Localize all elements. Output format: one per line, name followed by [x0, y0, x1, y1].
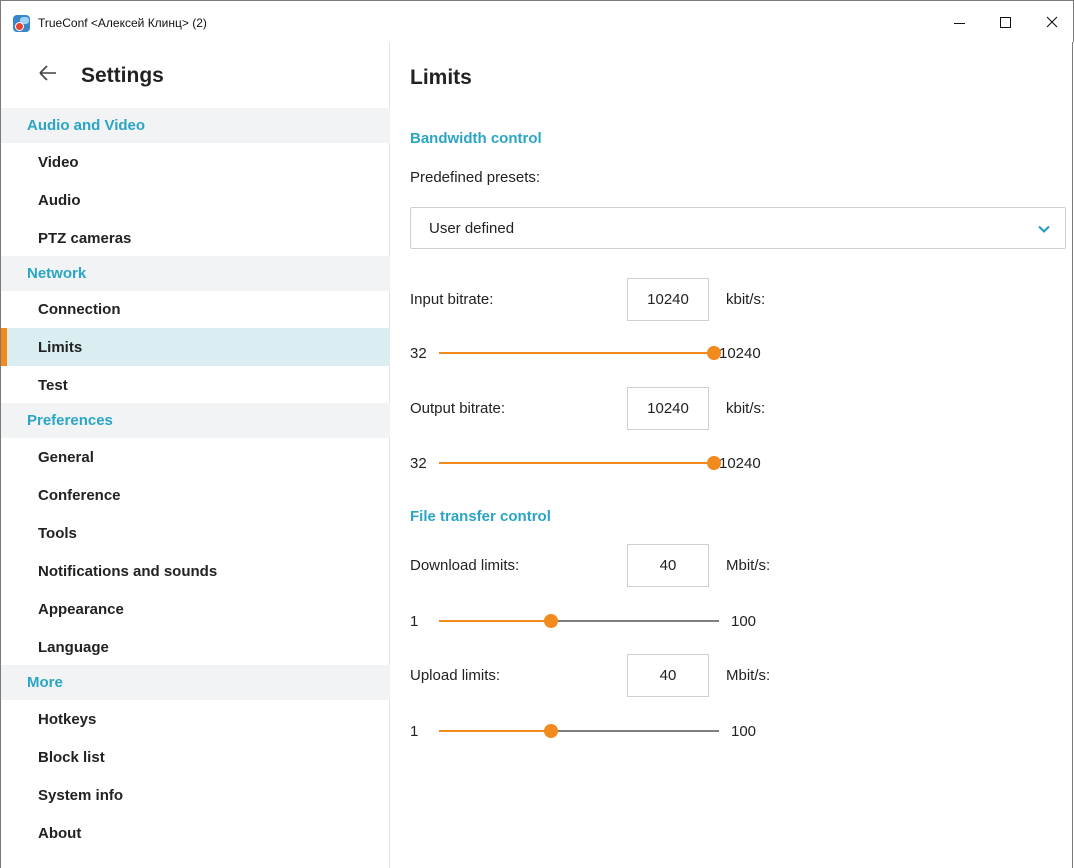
- download-limits-label: Download limits:: [410, 557, 520, 574]
- sidebar-item-tools[interactable]: Tools: [1, 514, 390, 552]
- upload-limits-unit: Mbit/s:: [726, 667, 771, 684]
- sidebar-item-hotkeys[interactable]: Hotkeys: [1, 700, 390, 738]
- chevron-down-icon: [1038, 225, 1050, 233]
- sidebar-item-connection[interactable]: Connection: [1, 290, 390, 328]
- settings-title: Settings: [81, 64, 164, 87]
- bandwidth-heading: Bandwidth control: [410, 130, 542, 147]
- output-bitrate-min: 32: [410, 455, 427, 472]
- output-bitrate-field[interactable]: [627, 387, 709, 430]
- output-bitrate-unit: kbit/s:: [726, 400, 766, 417]
- sidebar-item-limits[interactable]: Limits: [1, 328, 390, 366]
- title-bar: TrueConf <Алексей Клинц> (2): [0, 0, 1074, 42]
- sidebar-item-video[interactable]: Video: [1, 143, 390, 181]
- slider-fill: [439, 352, 714, 354]
- sidebar-item-about[interactable]: About: [1, 814, 390, 852]
- maximize-icon: [999, 16, 1011, 28]
- sidebar-header: Settings: [1, 42, 390, 108]
- input-bitrate-min: 32: [410, 345, 427, 362]
- download-limits-unit: Mbit/s:: [726, 557, 771, 574]
- section-audio-video: Audio and Video: [1, 108, 390, 143]
- input-bitrate-unit: kbit/s:: [726, 291, 766, 308]
- sidebar-item-block-list[interactable]: Block list: [1, 738, 390, 776]
- input-bitrate-max: 10240: [719, 345, 761, 362]
- limits-panel: Limits Bandwidth control Predefined pres…: [391, 42, 1073, 868]
- presets-label: Predefined presets:: [410, 169, 541, 186]
- close-icon: [1046, 16, 1058, 28]
- output-bitrate-slider[interactable]: [439, 456, 721, 470]
- maximize-button[interactable]: [982, 1, 1028, 43]
- trueconf-app-icon: [13, 15, 30, 32]
- output-bitrate-label: Output bitrate:: [410, 400, 506, 417]
- file-transfer-heading: File transfer control: [410, 508, 551, 525]
- slider-thumb[interactable]: [544, 724, 558, 738]
- sidebar-item-appearance[interactable]: Appearance: [1, 590, 390, 628]
- download-limits-min: 1: [410, 613, 419, 630]
- page-title: Limits: [410, 66, 472, 89]
- upload-limits-field[interactable]: [627, 654, 709, 697]
- section-more: More: [1, 665, 390, 700]
- sidebar-item-conference[interactable]: Conference: [1, 476, 390, 514]
- upload-limits-slider[interactable]: [439, 724, 719, 738]
- input-bitrate-slider[interactable]: [439, 346, 721, 360]
- output-bitrate-max: 10240: [719, 455, 761, 472]
- slider-fill: [439, 462, 714, 464]
- section-preferences: Preferences: [1, 403, 390, 438]
- preset-dropdown[interactable]: User defined: [410, 207, 1066, 249]
- sidebar-item-language[interactable]: Language: [1, 628, 390, 666]
- upload-limits-label: Upload limits:: [410, 667, 501, 684]
- sidebar-item-general[interactable]: General: [1, 438, 390, 476]
- input-bitrate-field[interactable]: [627, 278, 709, 321]
- slider-thumb[interactable]: [544, 614, 558, 628]
- back-arrow-icon[interactable]: [37, 62, 59, 84]
- download-limits-slider[interactable]: [439, 614, 719, 628]
- window-title: TrueConf <Алексей Клинц> (2): [38, 16, 207, 30]
- input-bitrate-label: Input bitrate:: [410, 291, 494, 308]
- upload-limits-max: 100: [731, 723, 757, 740]
- sidebar-item-ptz-cameras[interactable]: PTZ cameras: [1, 219, 390, 257]
- upload-limits-min: 1: [410, 723, 419, 740]
- sidebar-item-system-info[interactable]: System info: [1, 776, 390, 814]
- slider-fill: [439, 620, 551, 622]
- slider-fill: [439, 730, 551, 732]
- section-network: Network: [1, 256, 390, 291]
- close-button[interactable]: [1029, 1, 1074, 43]
- download-limits-field[interactable]: [627, 544, 709, 587]
- download-limits-max: 100: [731, 613, 757, 630]
- minimize-button[interactable]: [936, 1, 982, 43]
- sidebar-item-test[interactable]: Test: [1, 366, 390, 404]
- preset-selected-value: User defined: [429, 220, 515, 237]
- sidebar-item-notifications[interactable]: Notifications and sounds: [1, 552, 390, 590]
- sidebar-item-audio[interactable]: Audio: [1, 181, 390, 219]
- settings-sidebar: Settings Audio and Video Video Audio PTZ…: [1, 42, 390, 868]
- minimize-icon: [953, 22, 965, 24]
